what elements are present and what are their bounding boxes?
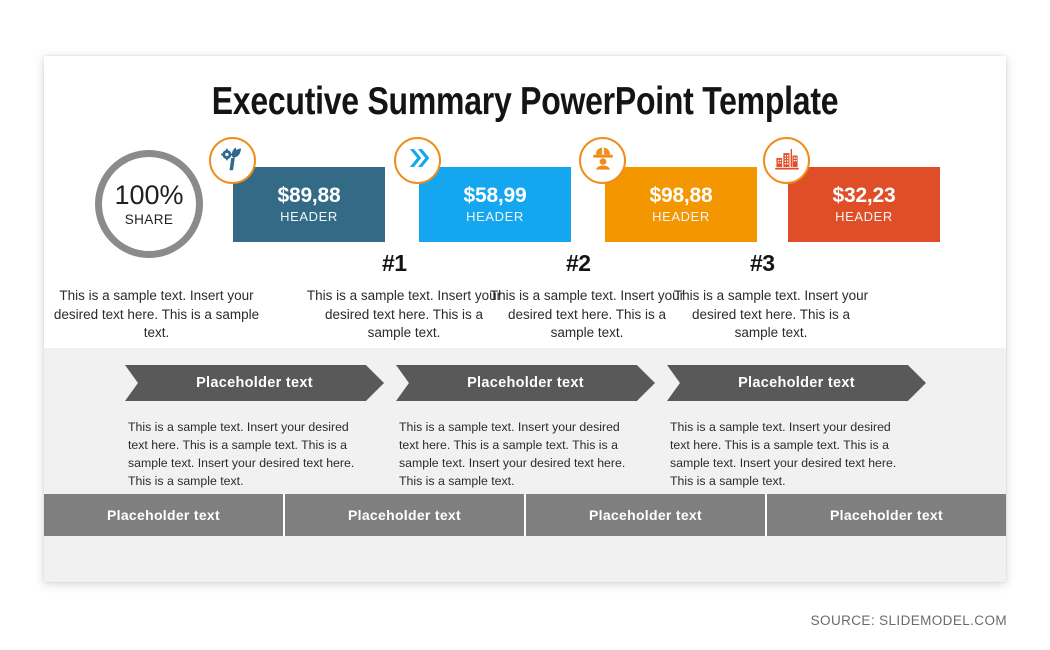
kpi-value: $58,99 xyxy=(463,183,527,207)
kpi-description-1: This is a sample text. Insert your desir… xyxy=(53,288,260,341)
kpi-value: $89,88 xyxy=(277,183,341,207)
plant-gear-icon xyxy=(219,144,247,177)
strip-cell-3[interactable]: Placeholder text xyxy=(526,494,767,536)
kpi-header: HEADER xyxy=(835,209,893,225)
double-chevron-icon xyxy=(405,145,431,176)
chevron-banner-3[interactable]: Placeholder text xyxy=(667,365,926,401)
kpi-description-4: This is a sample text. Insert your desir… xyxy=(673,288,869,341)
kpi-description-3: This is a sample text. Insert your desir… xyxy=(489,288,685,341)
badge-plant-gear xyxy=(209,137,256,184)
kpi-card-1[interactable]: $89,88 HEADER xyxy=(233,167,385,242)
slide-canvas: Executive Summary PowerPoint Template 10… xyxy=(44,56,1006,582)
placeholder-strip: Placeholder text Placeholder text Placeh… xyxy=(44,494,1006,536)
badge-city-buildings xyxy=(763,137,810,184)
strip-cell-1[interactable]: Placeholder text xyxy=(44,494,285,536)
band-description-2: This is a sample text. Insert your desir… xyxy=(399,420,626,488)
share-label: SHARE xyxy=(124,211,174,227)
chevron-banner-1[interactable]: Placeholder text xyxy=(125,365,384,401)
kpi-header: HEADER xyxy=(280,209,338,225)
share-donut: 100% SHARE xyxy=(95,150,203,258)
chevron-banner-label: Placeholder text xyxy=(738,375,855,391)
chevron-banner-2[interactable]: Placeholder text xyxy=(396,365,655,401)
worker-helmet-icon xyxy=(590,145,616,176)
kpi-card-2[interactable]: $58,99 HEADER xyxy=(419,167,571,242)
share-percent-value: 100% xyxy=(114,179,184,210)
chevron-banner-label: Placeholder text xyxy=(467,375,584,391)
source-label: SOURCE: SLIDEMODEL.COM xyxy=(810,613,1007,628)
kpi-header: HEADER xyxy=(652,209,710,225)
kpi-value: $32,23 xyxy=(832,183,896,207)
step-number-2: #2 xyxy=(566,250,591,276)
chevron-banner-label: Placeholder text xyxy=(196,375,313,391)
badge-worker-helmet xyxy=(579,137,626,184)
step-number-3: #3 xyxy=(750,250,775,276)
city-buildings-icon xyxy=(774,145,800,176)
kpi-card-4[interactable]: $32,23 HEADER xyxy=(788,167,940,242)
step-number-1: #1 xyxy=(382,250,407,276)
badge-double-chevron xyxy=(394,137,441,184)
band-description-3: This is a sample text. Insert your desir… xyxy=(670,420,897,488)
kpi-description-2: This is a sample text. Insert your desir… xyxy=(306,288,502,341)
kpi-card-3[interactable]: $98,88 HEADER xyxy=(605,167,757,242)
strip-cell-4[interactable]: Placeholder text xyxy=(767,494,1006,536)
kpi-value: $98,88 xyxy=(649,183,713,207)
strip-cell-2[interactable]: Placeholder text xyxy=(285,494,526,536)
band-description-1: This is a sample text. Insert your desir… xyxy=(128,420,355,488)
kpi-header: HEADER xyxy=(466,209,524,225)
page-title: Executive Summary PowerPoint Template xyxy=(211,80,839,123)
